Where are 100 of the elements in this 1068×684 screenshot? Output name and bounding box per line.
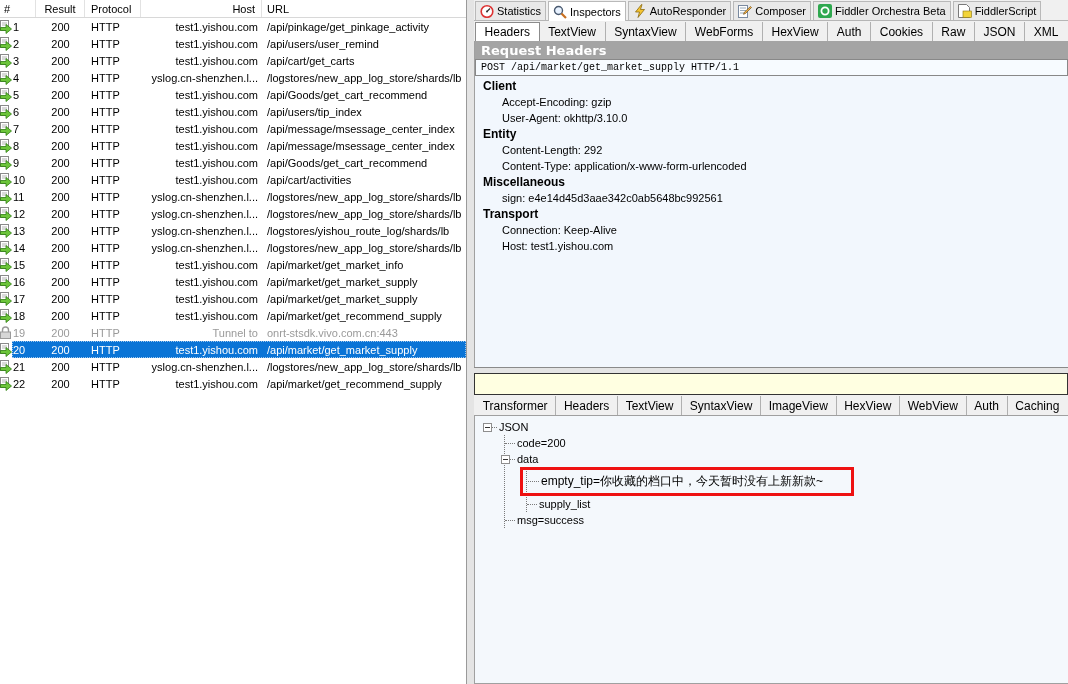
session-number: 9 [12,156,21,169]
protocol-text: HTTP [90,139,121,152]
session-row[interactable]: 2 200 HTTP test1.yishou.com /api/users/user_remind [12,35,466,52]
column-header[interactable]: Protocol [85,0,141,17]
session-number: 22 [12,377,27,390]
session-row[interactable]: 20 200 HTTP test1.yishou.com /api/market/get_market_supply [12,341,466,358]
result-code: 200 [50,258,71,271]
url-text: /logstores/new_app_log_store/shards/lb [266,360,463,373]
tree-node[interactable]: empty_tip=你收藏的档口中，今天暂时没有上新新款~ [539,473,824,490]
host-text: test1.yishou.com [174,88,259,101]
host-text: test1.yishou.com [174,20,259,33]
tab[interactable]: Headers [475,22,540,41]
session-number: 11 [12,190,26,203]
url-text: /api/Goods/get_cart_recommend [266,88,429,101]
session-number: 20 [12,343,27,356]
session-number: 12 [12,207,27,220]
url-text: /api/cart/get_carts [266,54,356,67]
host-text: test1.yishou.com [174,292,259,305]
session-row[interactable]: 12 200 HTTP yslog.cn-shenzhen.l... /logstores/new_app_log_store/shards/lb [12,205,466,222]
session-row[interactable]: 18 200 HTTP test1.yishou.com /api/market/get_recommend_supply [12,307,466,324]
tree-node[interactable]: JSON [497,421,529,433]
session-row[interactable]: 6 200 HTTP test1.yishou.com /api/users/tip_index [12,103,466,120]
result-code: 200 [50,37,71,50]
session-number: 7 [12,122,21,135]
session-row[interactable]: 3 200 HTTP test1.yishou.com /api/cart/get_carts [12,52,466,69]
splitter[interactable] [474,367,1068,373]
session-number: 15 [12,258,27,271]
tab[interactable]: Caching [1007,396,1068,415]
protocol-text: HTTP [90,360,121,373]
header-line: User-Agent: okhttp/3.10.0 [501,111,629,126]
url-text: /api/cart/activities [266,173,353,186]
tab[interactable]: Composer [733,1,811,20]
result-code: 200 [50,343,71,356]
protocol-text: HTTP [90,122,121,135]
tab[interactable]: Inspectors [548,1,626,21]
protocol-text: HTTP [90,377,121,390]
result-code: 200 [50,224,71,237]
tree-node[interactable]: code=200 [515,437,566,449]
session-row[interactable]: 14 200 HTTP yslog.cn-shenzhen.l... /logstores/new_app_log_store/shards/lb [12,239,466,256]
minus-box-icon[interactable] [483,422,492,432]
url-text: /api/market/get_recommend_supply [266,377,443,390]
tab[interactable]: Statistics [475,1,546,20]
tab[interactable]: Fiddler Orchestra Beta [812,1,951,20]
session-row[interactable]: 17 200 HTTP test1.yishou.com /api/market/get_market_supply [12,290,466,307]
tile-icon [817,4,832,18]
protocol-text: HTTP [90,343,121,356]
session-row[interactable]: 11 200 HTTP yslog.cn-shenzhen.l... /logstores/new_app_log_store/shards/lb [12,188,466,205]
host-text: test1.yishou.com [174,275,259,288]
header-group-title: Entity [483,126,518,142]
tab[interactable]: FiddlerScript [952,1,1042,20]
protocol-text: HTTP [90,241,121,254]
protocol-text: HTTP [90,54,121,67]
host-text: test1.yishou.com [174,258,259,271]
session-row[interactable]: 10 200 HTTP test1.yishou.com /api/cart/activities [12,171,466,188]
column-header[interactable]: Host [141,0,262,17]
minus-box-icon[interactable] [501,454,510,464]
protocol-text: HTTP [90,37,121,50]
column-header[interactable]: # [0,0,36,17]
column-header[interactable]: URL [262,0,466,17]
session-row[interactable]: 8 200 HTTP test1.yishou.com /api/message/msessage_center_index [12,137,466,154]
session-number: 14 [12,241,27,254]
session-row[interactable]: 9 200 HTTP test1.yishou.com /api/Goods/get_cart_recommend [12,154,466,171]
result-code: 200 [50,377,71,390]
tree-node[interactable]: supply_list [537,498,591,510]
session-row[interactable]: 4 200 HTTP yslog.cn-shenzhen.l... /logstores/new_app_log_store/shards/lb [12,69,466,86]
session-row[interactable]: 16 200 HTTP test1.yishou.com /api/market/get_market_supply [12,273,466,290]
session-row[interactable]: 13 200 HTTP yslog.cn-shenzhen.l... /logstores/yishou_route_log/shards/lb [12,222,466,239]
session-row[interactable]: 22 200 HTTP test1.yishou.com /api/market/get_recommend_supply [12,375,466,392]
url-text: /api/market/get_market_supply [266,275,419,288]
url-text: /api/market/get_market_info [266,258,405,271]
result-code: 200 [50,173,71,186]
header-group-title: Client [483,78,518,94]
tab[interactable]: XML [1025,22,1068,41]
session-number: 21 [12,360,27,373]
session-row[interactable]: 21 200 HTTP yslog.cn-shenzhen.l... /logstores/new_app_log_store/shards/lb [12,358,466,375]
result-code: 200 [50,20,71,33]
header-line: Content-Type: application/x-www-form-urlencoded [501,159,748,174]
script-page-icon [957,4,972,18]
protocol-text: HTTP [90,156,121,169]
session-row[interactable]: 7 200 HTTP test1.yishou.com /api/message/msessage_center_index [12,120,466,137]
url-text: /api/market/get_market_supply [266,343,419,356]
session-row[interactable]: 5 200 HTTP test1.yishou.com /api/Goods/get_cart_recommend [12,86,466,103]
host-text: test1.yishou.com [174,122,259,135]
column-header[interactable]: Result [36,0,85,17]
result-code: 200 [50,54,71,67]
host-text: yslog.cn-shenzhen.l... [150,224,259,237]
magnifier-icon [553,4,567,19]
tab[interactable]: AutoResponder [627,1,732,20]
tree-node[interactable]: data [515,453,539,465]
session-number: 17 [12,292,27,305]
session-number: 8 [12,139,21,152]
protocol-text: HTTP [90,258,121,271]
protocol-text: HTTP [90,105,121,118]
session-number: 4 [12,71,21,84]
url-text: /api/users/user_remind [266,37,380,50]
session-row[interactable]: 15 200 HTTP test1.yishou.com /api/market/get_market_info [12,256,466,273]
lightning-icon [632,4,647,18]
protocol-text: HTTP [90,292,121,305]
session-row[interactable]: 1 200 HTTP test1.yishou.com /api/pinkage/get_pinkage_activity [12,18,466,35]
tree-node[interactable]: msg=success [515,514,584,526]
